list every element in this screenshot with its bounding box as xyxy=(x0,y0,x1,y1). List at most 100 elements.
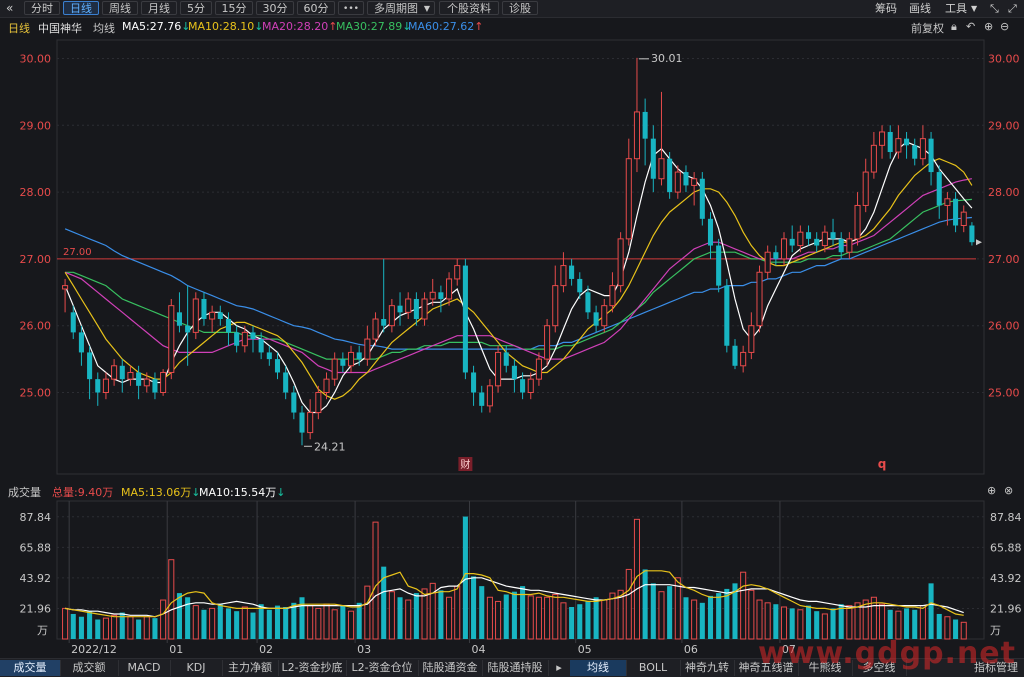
volume-bar-up xyxy=(552,593,559,640)
tab-l2-position[interactable]: L2-资金仓位 xyxy=(346,660,419,676)
candle-body-down xyxy=(136,372,142,386)
volume-bar-down xyxy=(503,594,509,639)
tab-5min[interactable]: 5分 xyxy=(180,1,212,15)
candle-body-down xyxy=(217,312,223,320)
ma-toggle[interactable]: 均线 xyxy=(93,20,115,36)
zoom-in-icon[interactable]: ⊕ xyxy=(984,20,993,33)
volume-bar-up xyxy=(160,599,167,640)
tab-volume[interactable]: 成交量 xyxy=(0,660,61,676)
more-periods-button[interactable]: ••• xyxy=(338,1,364,15)
shrink-icon[interactable]: ⤡ xyxy=(990,1,999,16)
volume-bar-down xyxy=(234,611,240,639)
volume-bar-up xyxy=(454,585,461,640)
expand-icon[interactable]: ⤢ xyxy=(1008,1,1017,16)
candle-body-up xyxy=(527,378,534,394)
volume-tick-right: 43.92 xyxy=(990,572,1022,585)
candle-body-up xyxy=(102,378,109,394)
add-indicator-icon[interactable]: ⊕ xyxy=(987,484,996,497)
candle-body-up xyxy=(446,278,453,300)
tab-l2-bottom[interactable]: L2-资金抄底 xyxy=(278,660,347,676)
grid xyxy=(56,39,985,643)
tools-chevron-down-icon[interactable]: ▼ xyxy=(971,1,977,16)
down-arrow-icon: ↓ xyxy=(276,486,286,499)
chips-button[interactable]: 筹码 xyxy=(875,1,897,16)
volume-bar-up xyxy=(143,616,150,640)
draw-line-button[interactable]: 画线 xyxy=(909,1,931,16)
tab-nine-turns[interactable]: 神奇九转 xyxy=(680,660,735,676)
ma20-line xyxy=(64,178,973,374)
tab-15min[interactable]: 15分 xyxy=(215,1,253,15)
zoom-out-icon[interactable]: ⊖ xyxy=(1000,20,1009,33)
ma20-text: MA20:28.20 xyxy=(262,20,329,33)
volume-title: 成交量 xyxy=(8,486,41,499)
candle-body-down xyxy=(381,319,387,326)
tab-hk-fund[interactable]: 陆股通资金 xyxy=(418,660,483,676)
tab-weekly[interactable]: 周线 xyxy=(102,1,138,15)
volume-bar-up xyxy=(854,602,861,640)
candle-body-up xyxy=(944,198,951,206)
q-marker: q xyxy=(878,457,887,471)
kline-chart[interactable]: 30.00 30.00 29.00 29.00 28.00 28.00 27.00 27.00… xyxy=(0,36,1024,656)
tab-kdj[interactable]: KDJ xyxy=(170,660,223,676)
candle-body-down xyxy=(185,325,191,333)
multi-period-button[interactable]: 多周期图 ▼ xyxy=(367,1,435,15)
volume-bar-up xyxy=(780,606,788,640)
candle-body-down xyxy=(699,178,705,219)
volume-bar-up xyxy=(691,599,698,640)
adjust-mode[interactable]: 前复权 xyxy=(911,20,944,36)
candle-body-down xyxy=(87,352,93,380)
candle-body-up xyxy=(364,338,371,360)
tab-ma[interactable]: 均线 xyxy=(570,660,627,676)
period-label: 日线 xyxy=(8,22,30,35)
close-indicator-icon[interactable]: ⊗ xyxy=(1004,484,1013,497)
candle-body-down xyxy=(577,278,583,293)
candle-body-up xyxy=(160,371,167,393)
candle-body-down xyxy=(95,379,101,393)
diagnose-button[interactable]: 诊股 xyxy=(502,1,538,15)
tab-monthly[interactable]: 月线 xyxy=(141,1,177,15)
tab-boll[interactable]: BOLL xyxy=(626,660,681,676)
volume-bar-down xyxy=(397,597,403,639)
candle-body-up xyxy=(552,285,559,327)
volume-bar-up xyxy=(846,605,853,640)
candle-body-up xyxy=(780,238,788,260)
candle-body-up xyxy=(821,231,828,247)
ma60-line xyxy=(64,216,972,350)
tab-30min[interactable]: 30分 xyxy=(256,1,294,15)
candle-body-down xyxy=(340,359,346,366)
volume-unit-left: 万 xyxy=(37,624,48,637)
tab-hk-hold[interactable]: 陆股通持股 xyxy=(482,660,549,676)
volume-bar-down xyxy=(667,586,673,639)
volume-bar-down xyxy=(585,601,591,639)
ma10-line xyxy=(64,158,973,400)
tab-minute[interactable]: 分时 xyxy=(24,1,60,15)
tab-scroll-icon[interactable]: ▸ xyxy=(548,660,571,676)
volume-bar-down xyxy=(225,608,232,639)
tab-turnover[interactable]: 成交额 xyxy=(60,660,119,676)
volume-bar-up xyxy=(111,614,118,640)
tab-macd[interactable]: MACD xyxy=(118,660,171,676)
tab-60min[interactable]: 60分 xyxy=(297,1,335,15)
tab-main-net[interactable]: 主力净额 xyxy=(222,660,279,676)
undo-icon[interactable]: ↶ xyxy=(966,20,975,33)
candle-body-down xyxy=(479,392,485,406)
ma30-line xyxy=(65,198,972,360)
x-tick-label: 02 xyxy=(259,643,273,656)
back-button[interactable]: « xyxy=(6,1,13,16)
candle-body-down xyxy=(650,138,656,179)
tools-button[interactable]: 工具 xyxy=(945,1,967,16)
candle-body-up xyxy=(617,238,624,287)
volume-tick-right: 87.84 xyxy=(990,511,1022,524)
volume-bar-down xyxy=(291,602,297,639)
candle-body-down xyxy=(356,352,362,360)
candle-body-up xyxy=(797,231,804,247)
candle-body-down xyxy=(234,332,240,346)
volume-bar-down xyxy=(201,609,207,639)
volume-bar-down xyxy=(274,605,281,639)
lock-icon[interactable]: 🔒︎ xyxy=(951,20,957,34)
candle-body-down xyxy=(805,232,812,239)
price-tick-left: 26.00 xyxy=(20,320,52,333)
candle-body-down xyxy=(283,372,289,393)
stock-profile-button[interactable]: 个股资料 xyxy=(439,1,499,15)
tab-daily[interactable]: 日线 xyxy=(63,1,99,15)
